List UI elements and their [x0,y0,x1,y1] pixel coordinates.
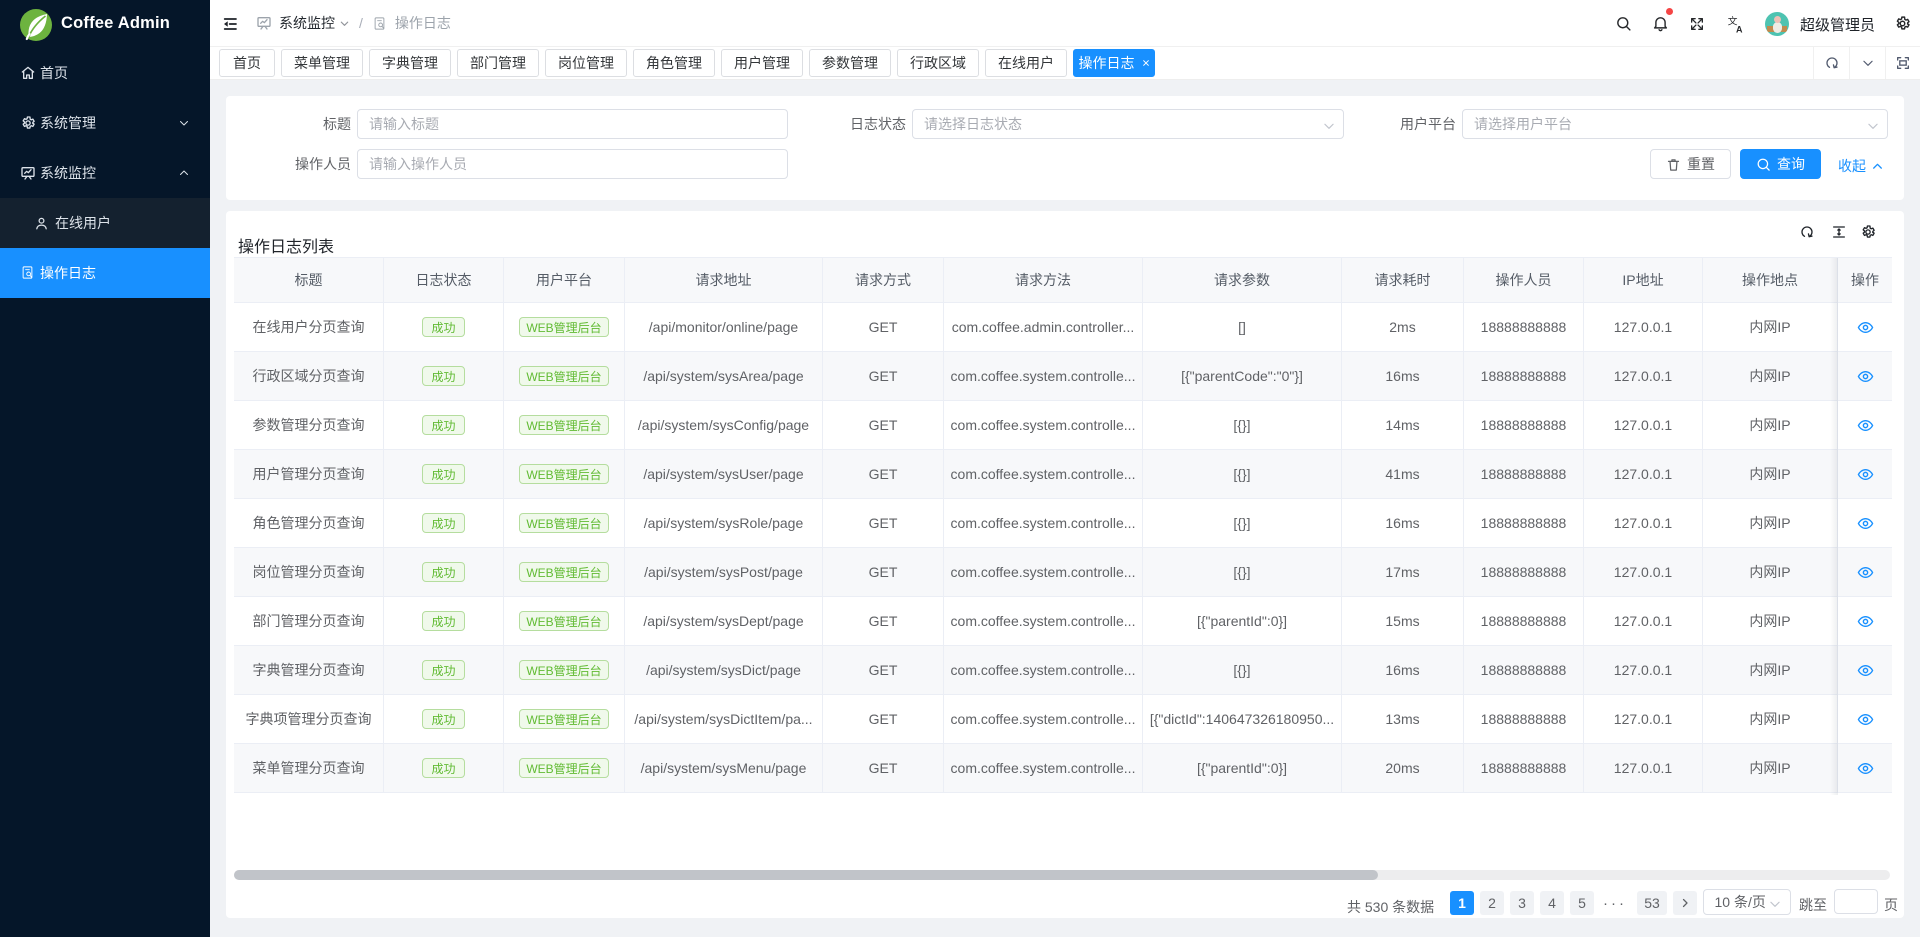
svg-text:A: A [1736,24,1743,33]
